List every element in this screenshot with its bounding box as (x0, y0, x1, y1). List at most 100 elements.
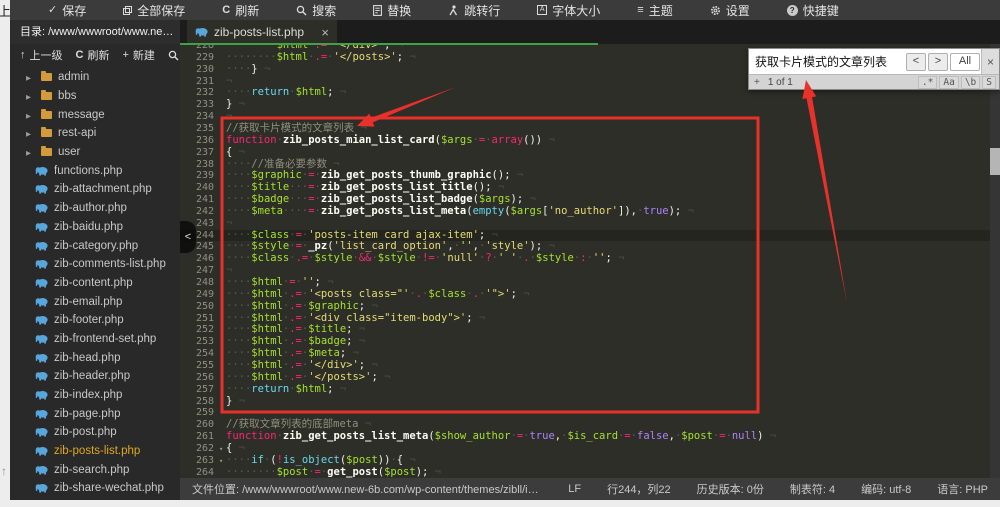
status-encoding[interactable]: 编码: utf-8 (861, 481, 911, 497)
background-arrow-fragment: ↑ (1, 464, 7, 478)
toolbar-item-search[interactable]: 搜索 (296, 2, 336, 19)
folder-icon (41, 129, 52, 137)
code-line-261[interactable]: 261function·zib_get_posts_list_meta($sho… (180, 431, 1000, 443)
tree-file-zib-frontend-set.php[interactable]: zib-frontend-set.php (10, 330, 180, 349)
toolbar-item-settings[interactable]: 设置 (710, 2, 750, 19)
tree-file-zib-posts-list.php[interactable]: zib-posts-list.php (10, 442, 180, 461)
toolbar-item-replace[interactable]: 替换 (373, 2, 411, 19)
tab-close-icon[interactable]: × (321, 26, 329, 39)
collapse-sidebar-button[interactable]: < (180, 221, 196, 253)
tree-folder-rest-api[interactable]: ▶rest-api (10, 124, 180, 143)
tree-file-zib-share-wechat.php[interactable]: zib-share-wechat.php (10, 479, 180, 498)
toolbar-item-theme[interactable]: ≡主题 (637, 2, 672, 19)
code-line-236[interactable]: 236function·zib_posts_mian_list_card($ar… (180, 135, 1000, 147)
editor-scrollbar[interactable] (990, 44, 1000, 478)
line-number: 249 (180, 289, 218, 301)
line-number: 230 (180, 64, 218, 76)
search-all-button[interactable]: All (950, 53, 980, 71)
search-selection-toggle[interactable]: S (982, 76, 996, 89)
status-line-ending[interactable]: LF (568, 483, 581, 495)
search-case-toggle[interactable]: Aa (939, 76, 958, 89)
status-tab-width[interactable]: 制表符: 4 (790, 481, 835, 497)
explorer-toolbar-search[interactable]: 搜索 (168, 47, 180, 63)
tree-file-zib-post.php[interactable]: zib-post.php (10, 423, 180, 442)
tree-folder-message[interactable]: ▶message (10, 105, 180, 124)
toolbar-item-font-size[interactable]: A字体大小 (537, 2, 600, 19)
line-number: 233 (180, 99, 218, 111)
php-icon (35, 241, 48, 251)
tree-file-zib-share.php[interactable]: zib-share.php (10, 498, 180, 500)
php-icon (35, 409, 48, 419)
caret-right-icon: ▶ (26, 71, 35, 83)
code-line-264[interactable]: 264········$post·=·get_post($post); ¬ (180, 467, 1000, 478)
tree-file-zib-index.php[interactable]: zib-index.php (10, 386, 180, 405)
tree-file-zib-email.php[interactable]: zib-email.php (10, 292, 180, 311)
tab-zib-posts-list[interactable]: zib-posts-list.php × (187, 20, 337, 44)
tree-folder-user[interactable]: ▶user (10, 143, 180, 162)
refresh-icon: C (222, 5, 230, 16)
tree-file-zib-author.php[interactable]: zib-author.php (10, 199, 180, 218)
tree-file-zib-footer.php[interactable]: zib-footer.php (10, 311, 180, 330)
scrollbar-thumb[interactable] (990, 148, 1000, 175)
tree-file-zib-header.php[interactable]: zib-header.php (10, 367, 180, 386)
search-next-button[interactable]: > (928, 53, 948, 71)
search-row-options: + 1 of 1 .*Aa\bS (749, 74, 999, 89)
tree-file-zib-comments-list.php[interactable]: zib-comments-list.php (10, 255, 180, 274)
screen: 上 ↑ ✓保存全部保存C刷新搜索替换跳转行A字体大小≡主题设置?快捷键 目录: … (0, 0, 1000, 507)
status-history[interactable]: 历史版本: 0份 (697, 481, 764, 497)
explorer-toolbar-new[interactable]: +新建 (122, 47, 154, 63)
php-icon (35, 465, 48, 475)
tree-file-zib-baidu.php[interactable]: zib-baidu.php (10, 218, 180, 237)
code-line-257[interactable]: 257····return·$html; ¬ (180, 384, 1000, 396)
line-number: 251 (180, 313, 218, 325)
php-icon (35, 483, 48, 493)
tree-file-functions.php[interactable]: functions.php (10, 161, 180, 180)
code-line-258[interactable]: 258} ¬ (180, 396, 1000, 408)
toolbar-item-shortcuts[interactable]: ?快捷键 (787, 2, 839, 19)
code-line-246[interactable]: 246····$class·.=·$style·&&·$style·!=·'nu… (180, 253, 1000, 265)
explorer-toolbar-refresh[interactable]: C刷新 (76, 47, 110, 63)
tree-file-zib-search.php[interactable]: zib-search.php (10, 460, 180, 479)
toolbar-item-save-all[interactable]: 全部保存 (123, 2, 185, 19)
tree-file-zib-category.php[interactable]: zib-category.php (10, 236, 180, 255)
tree-file-zib-page.php[interactable]: zib-page.php (10, 404, 180, 423)
tree-folder-bbs[interactable]: ▶bbs (10, 87, 180, 106)
tree-folder-admin[interactable]: ▶admin (10, 68, 180, 87)
line-number: 263 (180, 455, 218, 467)
php-icon (35, 166, 48, 176)
main-toolbar: ✓保存 全部保存 C刷新 搜索 替换 跳转行 A字体大小 ≡主题 设置 ?快捷键 (10, 0, 1000, 20)
directory-bar: 目录: /www/wwwroot/www.new-6... (10, 20, 180, 44)
status-cursor-position[interactable]: 行244，列22 (607, 481, 671, 497)
explorer-toolbar-up[interactable]: ↑上一级 (20, 47, 63, 63)
toolbar-item-refresh[interactable]: C刷新 (222, 2, 259, 19)
toolbar-item-save[interactable]: ✓保存 (48, 2, 86, 19)
line-number: 260 (180, 419, 218, 431)
search-prev-button[interactable]: < (906, 53, 926, 71)
line-number: 237 (180, 147, 218, 159)
search-close-icon[interactable]: × (981, 49, 999, 74)
line-number: 258 (180, 396, 218, 408)
status-bar: 文件位置: /www/wwwroot/www.new-6b.com/wp-con… (180, 478, 1000, 500)
php-icon (35, 203, 48, 213)
search-regex-toggle[interactable]: .* (918, 76, 937, 89)
php-icon (35, 184, 48, 194)
question-icon: ? (787, 5, 798, 16)
tree-file-zib-head.php[interactable]: zib-head.php (10, 348, 180, 367)
tree-file-zib-attachment.php[interactable]: zib-attachment.php (10, 180, 180, 199)
status-language[interactable]: 语言: PHP (937, 481, 988, 497)
search-expand-button[interactable]: + (754, 77, 760, 88)
code-editor[interactable]: 228········$html·.=·'</div>'; ¬229······… (180, 44, 1000, 478)
line-number: 247 (180, 265, 218, 277)
line-number: 248 (180, 277, 218, 289)
search-match-count: 1 of 1 (768, 77, 793, 88)
code-line-233[interactable]: 233} ¬ (180, 99, 1000, 111)
toolbar-item-goto-line[interactable]: 跳转行 (448, 2, 500, 19)
line-number: 242 (180, 206, 218, 218)
search-input[interactable] (749, 55, 905, 69)
code-line-242[interactable]: 242····$meta····=·zib_get_posts_list_met… (180, 206, 1000, 218)
folder-icon (41, 92, 52, 100)
tree-file-zib-content.php[interactable]: zib-content.php (10, 274, 180, 293)
refresh-icon: C (76, 50, 84, 61)
line-number: 261 (180, 431, 218, 443)
search-word-toggle[interactable]: \b (961, 76, 980, 89)
